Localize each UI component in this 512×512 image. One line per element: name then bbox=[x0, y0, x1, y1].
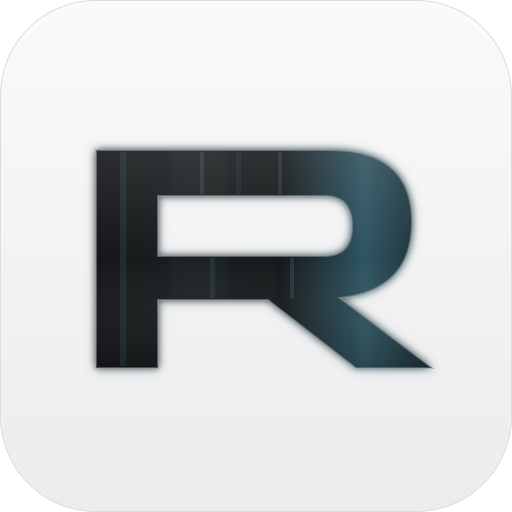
app-icon-tile[interactable] bbox=[0, 0, 512, 512]
letter-r-logo bbox=[95, 149, 435, 369]
logo-sheen bbox=[96, 150, 432, 368]
